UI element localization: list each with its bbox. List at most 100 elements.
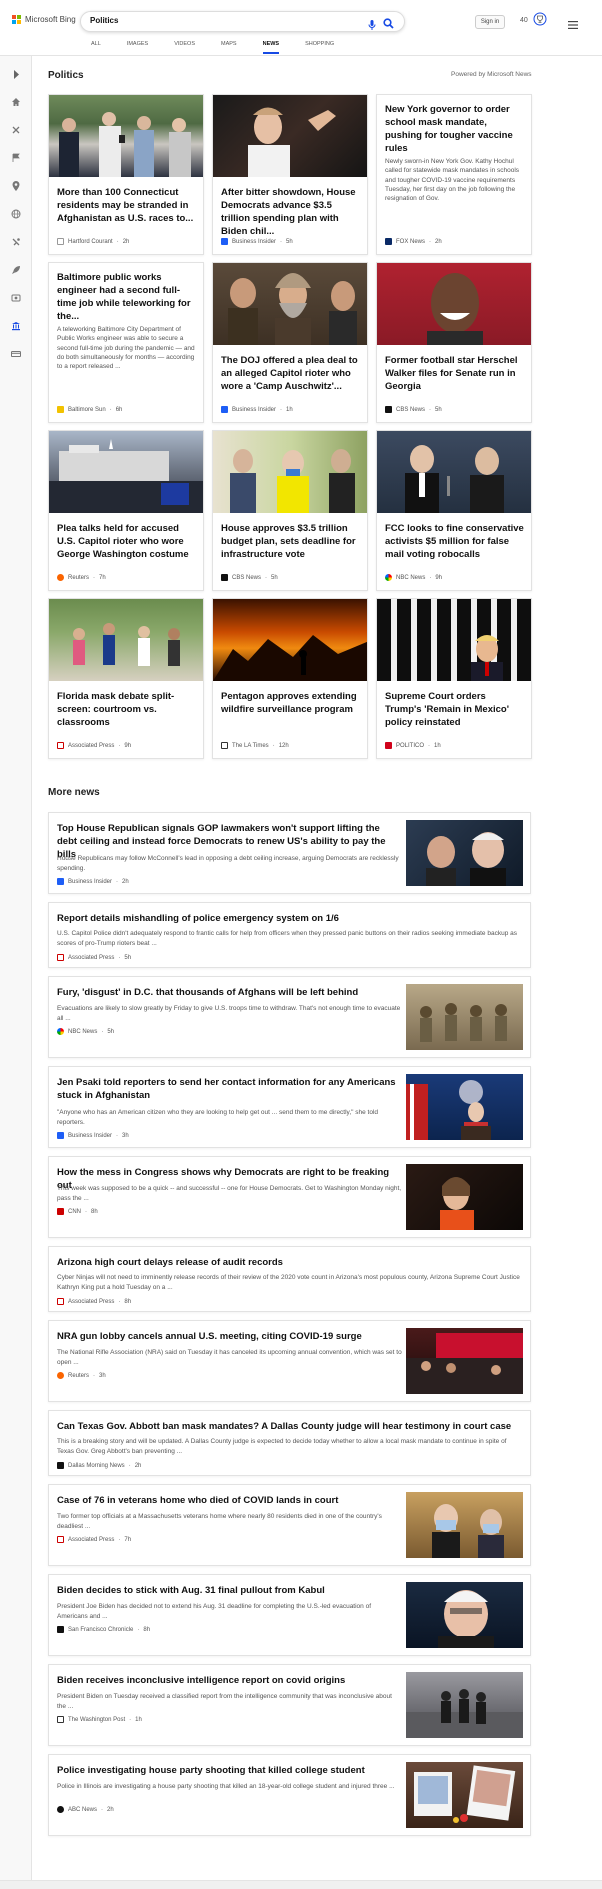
tab-news[interactable]: NEWS: [262, 41, 279, 54]
news-card-image: [49, 95, 203, 177]
source-logo-icon: [385, 742, 392, 749]
more-news-item[interactable]: Jen Psaki told reporters to send her con…: [48, 1066, 531, 1148]
news-card[interactable]: House approves $3.5 trillion budget plan…: [212, 430, 368, 591]
news-card[interactable]: Florida mask debate split-screen: courtr…: [48, 598, 204, 759]
more-news-headline[interactable]: Police investigating house party shootin…: [57, 1764, 402, 1777]
news-card[interactable]: More than 100 Connecticut residents may …: [48, 94, 204, 255]
news-card-headline[interactable]: After bitter showdown, House Democrats a…: [221, 186, 361, 238]
more-news-item[interactable]: Biden receives inconclusive intelligence…: [48, 1664, 531, 1746]
page-footer: [0, 1880, 602, 1889]
news-card[interactable]: Baltimore public works engineer had a se…: [48, 262, 204, 423]
news-card-headline[interactable]: New York governor to order school mask m…: [385, 103, 525, 155]
news-card[interactable]: Pentagon approves extending wildfire sur…: [212, 598, 368, 759]
more-news-headline[interactable]: Fury, 'disgust' in D.C. that thousands o…: [57, 986, 402, 999]
news-card[interactable]: Supreme Court orders Trump's 'Remain in …: [376, 598, 532, 759]
more-news-snippet: This is a breaking story and will be upd…: [57, 1438, 507, 1455]
home-icon[interactable]: [10, 96, 22, 108]
politics-icon[interactable]: [10, 320, 22, 332]
news-card-image: [213, 431, 367, 513]
hamburger-menu-icon[interactable]: [568, 16, 578, 34]
more-news-headline[interactable]: Biden receives inconclusive intelligence…: [57, 1674, 402, 1687]
more-news-item[interactable]: Fury, 'disgust' in D.C. that thousands o…: [48, 976, 531, 1058]
more-news-headline[interactable]: Jen Psaki told reporters to send her con…: [57, 1076, 402, 1102]
news-card-headline[interactable]: Florida mask debate split-screen: courtr…: [57, 690, 197, 729]
source-name: CBS News: [232, 574, 262, 581]
news-card[interactable]: Plea talks held for accused U.S. Capitol…: [48, 430, 204, 591]
entertainment-icon[interactable]: [10, 292, 22, 304]
news-card[interactable]: Former football star Herschel Walker fil…: [376, 262, 532, 423]
more-news-headline[interactable]: Case of 76 in veterans home who died of …: [57, 1494, 402, 1507]
more-news-snippet: Cyber Ninjas will not need to imminently…: [57, 1274, 520, 1291]
more-news-headline[interactable]: Biden decides to stick with Aug. 31 fina…: [57, 1584, 402, 1597]
more-news-headline[interactable]: NRA gun lobby cancels annual U.S. meetin…: [57, 1330, 402, 1343]
news-card[interactable]: FCC looks to fine conservative activists…: [376, 430, 532, 591]
tab-images[interactable]: IMAGES: [127, 41, 148, 51]
source-name: Business Insider: [68, 1132, 113, 1139]
search-box[interactable]: [80, 11, 405, 32]
more-news-snippet: President Joe Biden has decided not to e…: [57, 1603, 372, 1620]
news-card-headline[interactable]: Former football star Herschel Walker fil…: [385, 354, 525, 393]
source-name: ABC News: [68, 1806, 98, 1813]
source-name: The Washington Post: [68, 1716, 126, 1723]
search-icon[interactable]: [383, 16, 394, 34]
tab-maps[interactable]: MAPS: [221, 41, 237, 51]
bing-logo[interactable]: Microsoft Bing: [12, 15, 76, 24]
news-card-headline[interactable]: The DOJ offered a plea deal to an allege…: [221, 354, 361, 393]
search-input[interactable]: [90, 16, 350, 25]
more-news-item[interactable]: How the mess in Congress shows why Democ…: [48, 1156, 531, 1238]
source-logo-icon: [57, 1462, 64, 1469]
tab-videos[interactable]: VIDEOS: [174, 41, 195, 51]
more-news-thumbnail: [406, 1074, 523, 1140]
rewards-points[interactable]: 40: [520, 17, 528, 24]
science-icon[interactable]: [10, 236, 22, 248]
news-card-headline[interactable]: Baltimore public works engineer had a se…: [57, 271, 197, 323]
more-news-item[interactable]: NRA gun lobby cancels annual U.S. meetin…: [48, 1320, 531, 1402]
more-news-item[interactable]: Case of 76 in veterans home who died of …: [48, 1484, 531, 1566]
rocket-icon[interactable]: [10, 264, 22, 276]
more-news-item[interactable]: Arizona high court delays release of aud…: [48, 1246, 531, 1312]
more-news-thumbnail: [406, 1672, 523, 1738]
sports-icon[interactable]: [10, 124, 22, 136]
more-news-item[interactable]: Biden decides to stick with Aug. 31 fina…: [48, 1574, 531, 1656]
more-news-item[interactable]: Police investigating house party shootin…: [48, 1754, 531, 1836]
more-news-item[interactable]: Report details mishandling of police eme…: [48, 902, 531, 968]
news-card-headline[interactable]: More than 100 Connecticut residents may …: [57, 186, 197, 225]
tab-shopping[interactable]: SHOPPING: [305, 41, 334, 51]
publish-time: 1h: [434, 742, 441, 749]
publish-time: 5h: [107, 1028, 115, 1035]
news-card[interactable]: The DOJ offered a plea deal to an allege…: [212, 262, 368, 423]
rewards-trophy-icon[interactable]: [533, 12, 547, 31]
microphone-icon[interactable]: [368, 17, 376, 35]
news-card-image: [377, 431, 531, 513]
source-name: Business Insider: [232, 238, 277, 245]
news-card[interactable]: New York governor to order school mask m…: [376, 94, 532, 255]
globe-icon[interactable]: [10, 208, 22, 220]
news-card-headline[interactable]: House approves $3.5 trillion budget plan…: [221, 522, 361, 561]
sign-in-button[interactable]: Sign in: [475, 15, 505, 29]
tab-all[interactable]: ALL: [91, 41, 101, 51]
more-news-thumbnail: [406, 820, 523, 886]
chevron-right-icon[interactable]: [10, 68, 22, 80]
news-card-headline[interactable]: Pentagon approves extending wildfire sur…: [221, 690, 361, 716]
more-news-item[interactable]: Can Texas Gov. Abbott ban mask mandates?…: [48, 1410, 531, 1476]
news-card-headline[interactable]: Supreme Court orders Trump's 'Remain in …: [385, 690, 525, 729]
source-name: Associated Press: [68, 1536, 115, 1543]
more-news-headline[interactable]: Report details mishandling of police eme…: [57, 912, 523, 925]
news-card[interactable]: After bitter showdown, House Democrats a…: [212, 94, 368, 255]
source-name: The LA Times: [232, 742, 269, 749]
location-pin-icon[interactable]: [10, 180, 22, 192]
publish-time: 6h: [115, 406, 123, 413]
news-card-headline[interactable]: Plea talks held for accused U.S. Capitol…: [57, 522, 197, 561]
source-name: Business Insider: [232, 406, 277, 413]
more-news-snippet: Two former top officials at a Massachuse…: [57, 1513, 382, 1530]
more-news-headline[interactable]: Can Texas Gov. Abbott ban mask mandates?…: [57, 1420, 523, 1433]
publish-time: 5h: [271, 574, 278, 581]
money-icon[interactable]: [10, 348, 22, 360]
more-news-headline[interactable]: Arizona high court delays release of aud…: [57, 1256, 523, 1269]
publish-time: 1h: [135, 1716, 142, 1723]
flag-icon[interactable]: [10, 152, 22, 164]
vertical-tabs: ALL IMAGES VIDEOS MAPS NEWS SHOPPING: [91, 41, 334, 54]
source-logo-icon: [57, 574, 64, 581]
more-news-item[interactable]: Top House Republican signals GOP lawmake…: [48, 812, 531, 894]
news-card-headline[interactable]: FCC looks to fine conservative activists…: [385, 522, 525, 561]
